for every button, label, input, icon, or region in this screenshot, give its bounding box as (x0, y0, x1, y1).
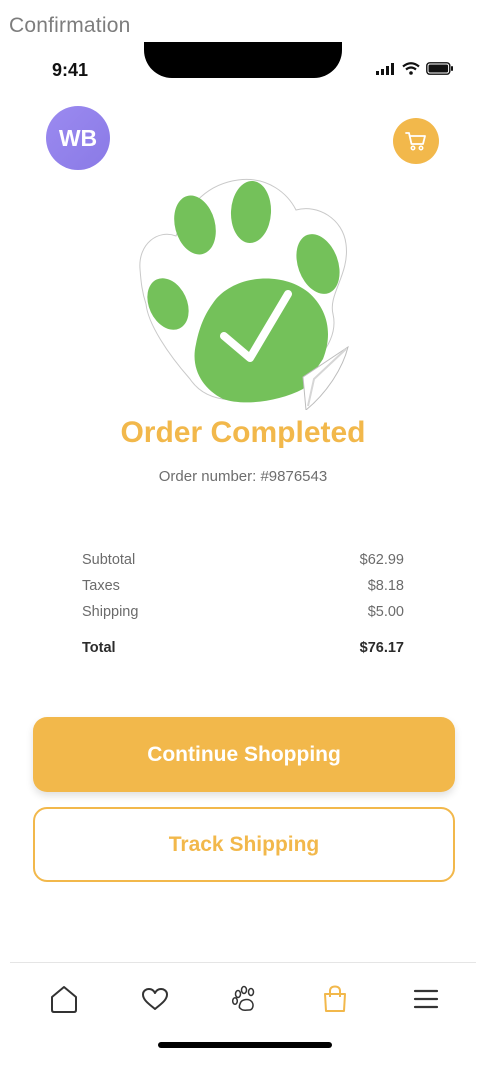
shopping-bag-icon (324, 985, 346, 1012)
home-icon (51, 986, 77, 1013)
summary-row-shipping: Shipping $5.00 (82, 599, 404, 625)
status-icons (376, 62, 454, 75)
cart-button[interactable] (393, 118, 439, 164)
menu-icon (413, 989, 439, 1009)
taxes-label: Taxes (82, 578, 120, 594)
page-title: Order Completed (120, 416, 366, 449)
summary-row-total: Total $76.17 (82, 635, 404, 661)
wifi-icon (402, 62, 420, 75)
tab-home[interactable] (47, 982, 81, 1016)
subtotal-value: $62.99 (359, 552, 404, 568)
heart-icon (142, 988, 168, 1010)
total-value: $76.17 (359, 640, 404, 656)
home-indicator (158, 1042, 332, 1048)
paw-check-icon (139, 178, 349, 410)
shipping-value: $5.00 (367, 604, 404, 620)
cart-icon (405, 132, 426, 151)
signal-icon (376, 62, 394, 75)
battery-icon (426, 62, 453, 75)
status-time: 9:41 (52, 60, 89, 80)
paw-icon (231, 985, 255, 1011)
avatar[interactable]: WB (46, 106, 110, 170)
device-notch (144, 42, 342, 78)
tab-bag[interactable] (318, 982, 352, 1016)
shipping-label: Shipping (82, 604, 139, 620)
summary-row-taxes: Taxes $8.18 (82, 573, 404, 599)
order-number: Order number: #9876543 (158, 468, 328, 485)
subtotal-label: Subtotal (82, 552, 136, 568)
taxes-value: $8.18 (367, 578, 404, 594)
order-summary: Subtotal $62.99 Taxes $8.18 Shipping $5.… (82, 547, 404, 661)
tab-menu[interactable] (409, 982, 443, 1016)
tabbar-divider (10, 962, 476, 963)
continue-shopping-button[interactable]: Continue Shopping (33, 717, 455, 792)
total-label: Total (82, 640, 116, 656)
tab-pets[interactable] (228, 982, 262, 1016)
frame-label: Confirmation (9, 14, 131, 37)
tab-favorites[interactable] (138, 982, 172, 1016)
summary-row-subtotal: Subtotal $62.99 (82, 547, 404, 573)
phone-screen: 9:41 WB Order Completed Order number: #9… (10, 42, 476, 1058)
track-shipping-button[interactable]: Track Shipping (33, 807, 455, 882)
